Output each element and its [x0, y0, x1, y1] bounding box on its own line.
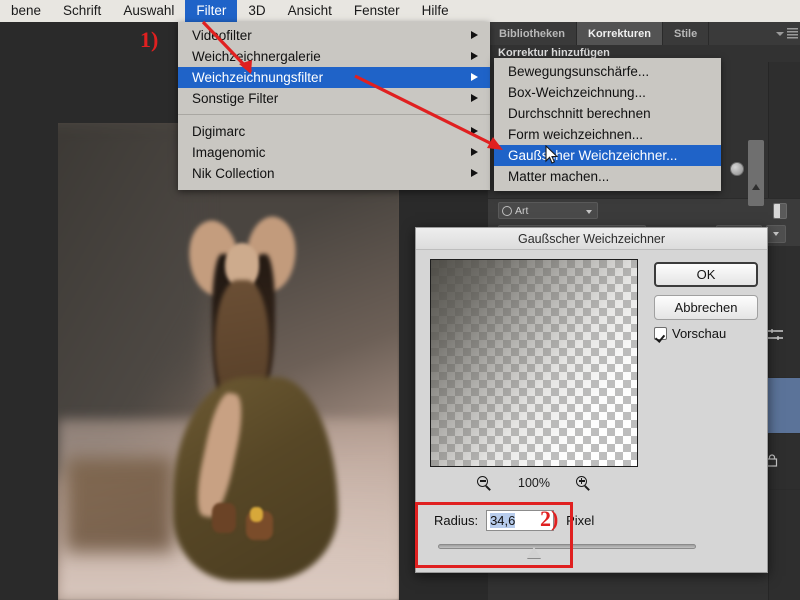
menu-item-label: Digimarc [192, 124, 246, 139]
menu-item-label: Sonstige Filter [192, 91, 279, 106]
menu-item-label: Weichzeichnungsfilter [192, 70, 324, 85]
tab-label: Korrekturen [588, 27, 651, 40]
magnifier-minus-icon[interactable] [477, 475, 492, 491]
menu-bars-icon [787, 28, 798, 39]
menu-ebene[interactable]: bene [0, 0, 52, 22]
layer-filter-toggle[interactable] [773, 203, 787, 219]
submenu-arrow-icon [471, 31, 478, 39]
menu-item-imagenomic[interactable]: Imagenomic [178, 142, 490, 163]
preview-checkbox[interactable]: Vorschau [654, 326, 726, 341]
adjustment-layer-icon [767, 329, 783, 340]
scroll-thumb-icon [752, 184, 760, 190]
tab-korrekturen[interactable]: Korrekturen [577, 22, 663, 45]
annotation-step-2: 2) [540, 506, 559, 531]
layer-kind-select[interactable]: Art [498, 202, 598, 219]
submenu-item-bewegungsunschaerfe[interactable]: Bewegungsunschärfe... [494, 61, 721, 82]
annotation-step-1: 1) [140, 27, 159, 52]
blur-submenu[interactable]: Bewegungsunschärfe... Box-Weichzeichnung… [494, 58, 721, 191]
menu-label: 3D [248, 3, 266, 18]
dialog-button-group[interactable]: OK Abbrechen [654, 262, 758, 328]
menu-label: bene [11, 3, 42, 18]
panel-tab-bar[interactable]: Bibliotheken Korrekturen Stile [488, 22, 800, 45]
submenu-arrow-icon [471, 94, 478, 102]
menu-item-videofilter[interactable]: Videofilter [178, 25, 490, 46]
menu-bar[interactable]: bene Schrift Auswahl Filter 3D Ansicht F… [0, 0, 800, 22]
menu-item-sonstige-filter[interactable]: Sonstige Filter [178, 88, 490, 109]
photoshop-window: Bibliotheken Korrekturen Stile Korrektur… [0, 0, 800, 600]
menu-item-weichzeichnergalerie[interactable]: Weichzeichnergalerie [178, 46, 490, 67]
tab-label: Stile [673, 27, 698, 40]
preview-checkbox-label: Vorschau [672, 326, 727, 341]
menu-label: Auswahl [123, 3, 175, 18]
menu-label: Ansicht [287, 3, 332, 18]
figure-shoe-detail [249, 506, 264, 522]
submenu-arrow-icon [471, 169, 478, 177]
submenu-item-gaussscher-weichzeichner[interactable]: Gaußscher Weichzeichner... [494, 145, 721, 166]
menu-auswahl[interactable]: Auswahl [112, 0, 185, 22]
submenu-item-label: Durchschnitt berechnen [508, 106, 651, 121]
menu-fenster[interactable]: Fenster [343, 0, 411, 22]
menu-schrift[interactable]: Schrift [52, 0, 112, 22]
tab-stile[interactable]: Stile [663, 22, 710, 45]
opacity-dropdown-button[interactable] [765, 225, 786, 243]
chevron-down-icon [776, 31, 784, 36]
menu-item-label: Nik Collection [192, 166, 275, 181]
submenu-arrow-icon [471, 148, 478, 156]
submenu-item-form-weichzeichnen[interactable]: Form weichzeichnen... [494, 124, 721, 145]
menu-separator [178, 114, 490, 115]
menu-item-digimarc[interactable]: Digimarc [178, 121, 490, 142]
submenu-item-label: Matter machen... [508, 169, 610, 184]
submenu-item-durchschnitt-berechnen[interactable]: Durchschnitt berechnen [494, 103, 721, 124]
chevron-down-icon [772, 232, 779, 236]
preview-content [431, 260, 637, 466]
dialog-preview[interactable] [430, 259, 638, 467]
submenu-item-label: Form weichzeichnen... [508, 127, 644, 142]
menu-item-weichzeichnungsfilter[interactable]: Weichzeichnungsfilter [178, 67, 490, 88]
submenu-arrow-icon [471, 127, 478, 135]
menu-item-label: Imagenomic [192, 145, 266, 160]
submenu-item-box-weichzeichnung[interactable]: Box-Weichzeichnung... [494, 82, 721, 103]
submenu-item-label: Gaußscher Weichzeichner... [508, 148, 678, 163]
submenu-item-matter-machen[interactable]: Matter machen... [494, 166, 721, 187]
menu-3d[interactable]: 3D [237, 0, 276, 22]
submenu-arrow-icon [471, 52, 478, 60]
preview-zoom-controls[interactable]: 100% [430, 472, 638, 494]
submenu-item-label: Box-Weichzeichnung... [508, 85, 646, 100]
magnifier-plus-icon[interactable] [575, 475, 591, 491]
menu-label: Filter [196, 3, 227, 18]
menu-label: Schrift [63, 3, 102, 18]
menu-label: Hilfe [421, 3, 449, 18]
submenu-item-label: Bewegungsunschärfe... [508, 64, 650, 79]
menu-filter[interactable]: Filter [185, 0, 238, 22]
checkbox-box[interactable] [654, 327, 667, 340]
ok-button[interactable]: OK [654, 262, 758, 287]
submenu-arrow-icon [471, 73, 478, 81]
panel-menu-icon[interactable] [774, 22, 800, 45]
document-photo[interactable] [58, 123, 399, 600]
dialog-title: Gaußscher Weichzeichner [416, 228, 767, 250]
dock-scrollbar[interactable] [748, 140, 764, 206]
menu-ansicht[interactable]: Ansicht [277, 0, 343, 22]
menu-item-nik-collection[interactable]: Nik Collection [178, 163, 490, 184]
cancel-button[interactable]: Abbrechen [654, 295, 758, 320]
filter-dropdown-menu[interactable]: Videofilter Weichzeichnergalerie Weichze… [178, 22, 490, 190]
panel-resize-knob[interactable] [730, 162, 744, 176]
search-icon [502, 206, 512, 216]
menu-hilfe[interactable]: Hilfe [411, 0, 460, 22]
menu-item-label: Videofilter [192, 28, 252, 43]
tab-bibliotheken[interactable]: Bibliotheken [488, 22, 578, 45]
preview-zoom-level: 100% [518, 476, 550, 490]
tab-bar-spacer [709, 22, 774, 45]
menu-item-label: Weichzeichnergalerie [192, 49, 321, 64]
tab-label: Bibliotheken [499, 27, 566, 40]
menu-label: Fenster [353, 3, 400, 18]
figure-shoe-left [211, 503, 237, 533]
layer-kind-value: Art [515, 204, 529, 217]
photo-subject-figure [147, 211, 338, 600]
chevron-down-icon [586, 210, 592, 214]
